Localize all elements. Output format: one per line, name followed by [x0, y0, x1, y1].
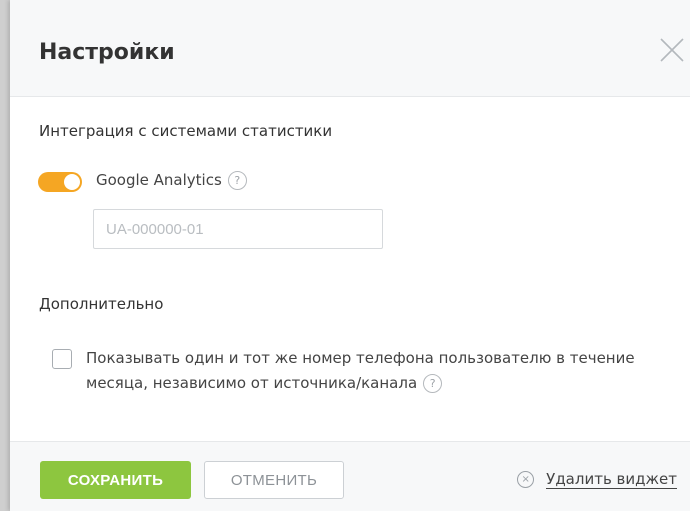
google-analytics-label: Google Analytics — [96, 171, 222, 189]
close-button[interactable] — [658, 36, 686, 64]
page: Настройки Интеграция с системами статист… — [0, 0, 690, 511]
delete-x-icon: × — [517, 471, 535, 488]
same-number-label: Показывать один и тот же номер телефона … — [86, 349, 635, 392]
delete-widget-label: Удалить виджет — [546, 470, 677, 489]
same-number-option: Показывать один и тот же номер телефона … — [86, 346, 676, 396]
google-analytics-id-input[interactable] — [93, 209, 383, 249]
same-number-checkbox[interactable] — [52, 349, 72, 369]
modal-title: Настройки — [39, 40, 175, 65]
additional-heading: Дополнительно — [39, 295, 164, 313]
help-icon[interactable]: ? — [423, 374, 443, 393]
modal-header: Настройки — [10, 0, 690, 97]
delete-widget-link[interactable]: × Удалить виджет — [517, 470, 677, 490]
modal-footer: СОХРАНИТЬ ОТМЕНИТЬ × Удалить виджет — [10, 441, 690, 511]
save-button[interactable]: СОХРАНИТЬ — [40, 461, 191, 499]
google-analytics-option: Google Analytics? — [96, 171, 247, 191]
cancel-button[interactable]: ОТМЕНИТЬ — [204, 461, 344, 499]
close-icon — [660, 38, 684, 62]
modal-body: Интеграция с системами статистики Google… — [10, 97, 690, 440]
toggle-knob — [64, 174, 80, 190]
help-icon[interactable]: ? — [227, 171, 247, 190]
integration-heading: Интеграция с системами статистики — [39, 122, 333, 140]
google-analytics-toggle[interactable] — [38, 172, 82, 192]
settings-modal: Настройки Интеграция с системами статист… — [10, 0, 690, 511]
background-app-strip — [0, 0, 10, 511]
